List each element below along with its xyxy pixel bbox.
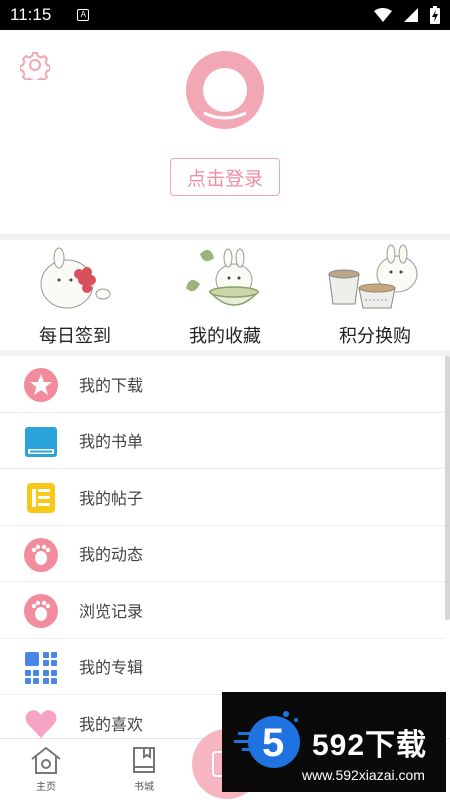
footprint-icon bbox=[24, 537, 58, 572]
profile-header: 点击登录 bbox=[0, 30, 450, 234]
home-icon bbox=[31, 746, 61, 774]
battery-charging-icon bbox=[430, 6, 440, 24]
nav-bookstore[interactable]: 书城 bbox=[114, 745, 174, 793]
wifi-icon bbox=[374, 8, 392, 22]
menu-item-activity[interactable]: 我的动态 bbox=[0, 526, 445, 582]
menu-item-posts[interactable]: 我的帖子 bbox=[0, 469, 445, 526]
feature-row: 每日签到 我的收藏 积分换购 bbox=[0, 240, 450, 350]
album-grid-icon bbox=[25, 651, 57, 684]
feature-daily-checkin[interactable]: 每日签到 bbox=[0, 240, 150, 350]
daily-checkin-bunny-icon bbox=[40, 247, 111, 309]
points-exchange-bunny-icon bbox=[328, 244, 418, 309]
status-bar: 11:15 A bbox=[0, 0, 450, 30]
watermark-logo-digit: 5 bbox=[262, 721, 284, 765]
watermark-url: www.592xiazai.com bbox=[302, 767, 425, 783]
status-time: 11:15 bbox=[10, 5, 52, 24]
watermark: 5 592下载 www.592xiazai.com bbox=[222, 692, 446, 792]
collection-bunny-icon bbox=[186, 248, 260, 306]
menu-item-booklist[interactable]: 我的书单 bbox=[0, 413, 445, 469]
nav-label: 主页 bbox=[36, 782, 56, 793]
feature-label: 每日签到 bbox=[39, 326, 111, 347]
menu-label: 我的书单 bbox=[79, 432, 144, 452]
menu-item-downloads[interactable]: 我的下载 bbox=[0, 356, 445, 413]
book-icon bbox=[25, 426, 57, 457]
feature-label: 积分换购 bbox=[339, 326, 411, 347]
feature-label: 我的收藏 bbox=[189, 326, 261, 347]
avatar-ring-icon[interactable] bbox=[186, 51, 264, 129]
gear-icon[interactable] bbox=[20, 50, 50, 80]
bookstore-icon bbox=[133, 747, 155, 773]
menu-label: 我的帖子 bbox=[79, 488, 144, 508]
feature-collection[interactable]: 我的收藏 bbox=[150, 240, 300, 350]
watermark-logo-icon: 5 bbox=[234, 711, 300, 768]
status-icons bbox=[374, 6, 440, 24]
menu-label: 我的动态 bbox=[79, 545, 144, 565]
signal-icon bbox=[404, 8, 418, 22]
menu-item-history[interactable]: 浏览记录 bbox=[0, 582, 445, 639]
heart-icon bbox=[25, 710, 57, 738]
nav-home[interactable]: 主页 bbox=[16, 745, 76, 793]
menu-label: 浏览记录 bbox=[79, 601, 144, 621]
menu-label: 我的下载 bbox=[79, 375, 144, 395]
watermark-title: 592下载 bbox=[312, 729, 428, 762]
menu-item-albums[interactable]: 我的专辑 bbox=[0, 639, 445, 695]
notification-a-icon: A bbox=[77, 9, 90, 21]
footprint-icon bbox=[24, 594, 58, 628]
star-icon bbox=[24, 368, 58, 402]
scrollbar[interactable] bbox=[445, 356, 450, 620]
post-icon bbox=[27, 483, 55, 513]
nav-label: 书城 bbox=[134, 782, 154, 793]
feature-points-exchange[interactable]: 积分换购 bbox=[300, 240, 450, 350]
menu-label: 我的专辑 bbox=[79, 658, 144, 678]
login-button[interactable]: 点击登录 bbox=[170, 158, 280, 196]
menu-label: 我的喜欢 bbox=[79, 714, 144, 734]
